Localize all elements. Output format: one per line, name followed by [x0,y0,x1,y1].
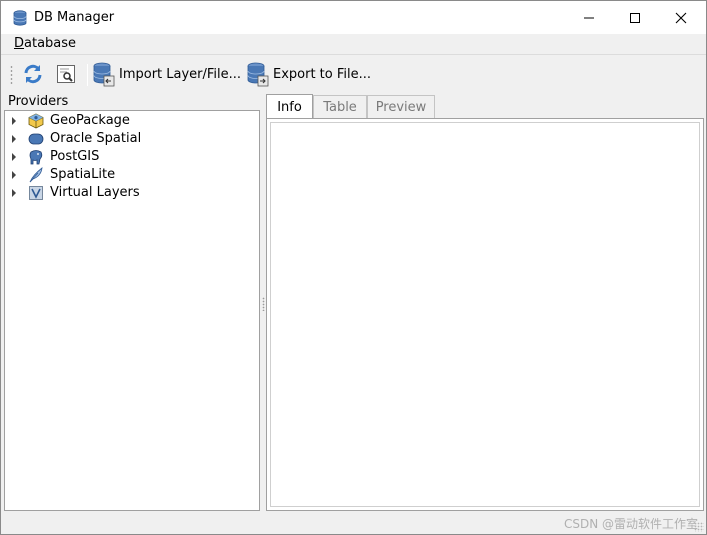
menu-database-rest: atabase [24,36,77,51]
tree-item-spatialite[interactable]: SpatiaLite [5,166,259,184]
menu-bar: Database [1,34,706,54]
tree-item-label: GeoPackage [50,113,130,128]
import-layer-label: Import Layer/File... [119,66,242,82]
menu-database[interactable]: Database [14,36,76,51]
export-to-file-icon [247,62,269,87]
window-title: DB Manager [34,10,115,25]
tree-item-virtual-layers[interactable]: Virtual Layers [5,184,259,202]
watermark-text: CSDN @雷动软件工作室 [563,517,698,531]
toolbar-grip[interactable] [10,65,13,85]
spatialite-feather-icon [29,167,43,183]
sql-window-icon [57,65,75,83]
postgis-elephant-icon [29,150,43,165]
tab-table[interactable]: Table [313,95,367,119]
expand-arrow-icon[interactable] [12,153,16,161]
info-panel [266,118,704,511]
toolbar-separator [87,64,88,86]
oracle-spatial-icon [28,133,44,145]
tree-item-postgis[interactable]: PostGIS [5,148,259,166]
expand-arrow-icon[interactable] [12,171,16,179]
toolbar: Import Layer/File... Export to File... [1,54,706,93]
tab-info[interactable]: Info [266,94,313,120]
providers-title: Providers [8,94,69,109]
close-button[interactable] [658,1,704,34]
minimize-button[interactable] [566,1,612,34]
export-to-file-button[interactable]: Export to File... [245,59,371,89]
expand-arrow-icon[interactable] [12,189,16,197]
tree-item-geopackage[interactable]: GeoPackage [5,112,259,130]
tree-item-label: PostGIS [50,149,100,164]
expand-arrow-icon[interactable] [12,117,16,125]
providers-tree[interactable]: GeoPackage Oracle Spatial PostGIS Spatia… [4,110,260,511]
panel-splitter[interactable] [262,297,265,311]
maximize-icon [630,12,640,23]
export-to-file-label: Export to File... [273,66,372,82]
tree-item-label: Virtual Layers [50,185,140,200]
resize-grip[interactable] [694,522,704,532]
maximize-button[interactable] [612,1,658,34]
close-icon [675,12,687,23]
refresh-button[interactable] [19,59,47,89]
tree-item-label: SpatiaLite [50,167,116,182]
refresh-icon [24,64,42,84]
menu-database-mnemonic: D [14,36,25,51]
tree-item-label: Oracle Spatial [50,131,142,146]
title-bar[interactable]: DB Manager [1,1,706,34]
db-manager-window: DB Manager Database Import Layer/File...… [0,0,707,535]
tree-item-oracle-spatial[interactable]: Oracle Spatial [5,130,259,148]
database-icon [13,10,27,26]
status-bar: CSDN @雷动软件工作室 [1,513,706,534]
virtual-layers-icon [29,186,43,200]
minimize-icon [584,17,594,18]
geopackage-icon [28,113,44,129]
import-layer-icon [93,62,115,87]
tab-preview[interactable]: Preview [367,95,435,119]
import-layer-button[interactable]: Import Layer/File... [91,59,241,89]
info-content-area[interactable] [270,122,700,507]
expand-arrow-icon[interactable] [12,135,16,143]
sql-window-button[interactable] [52,59,80,89]
